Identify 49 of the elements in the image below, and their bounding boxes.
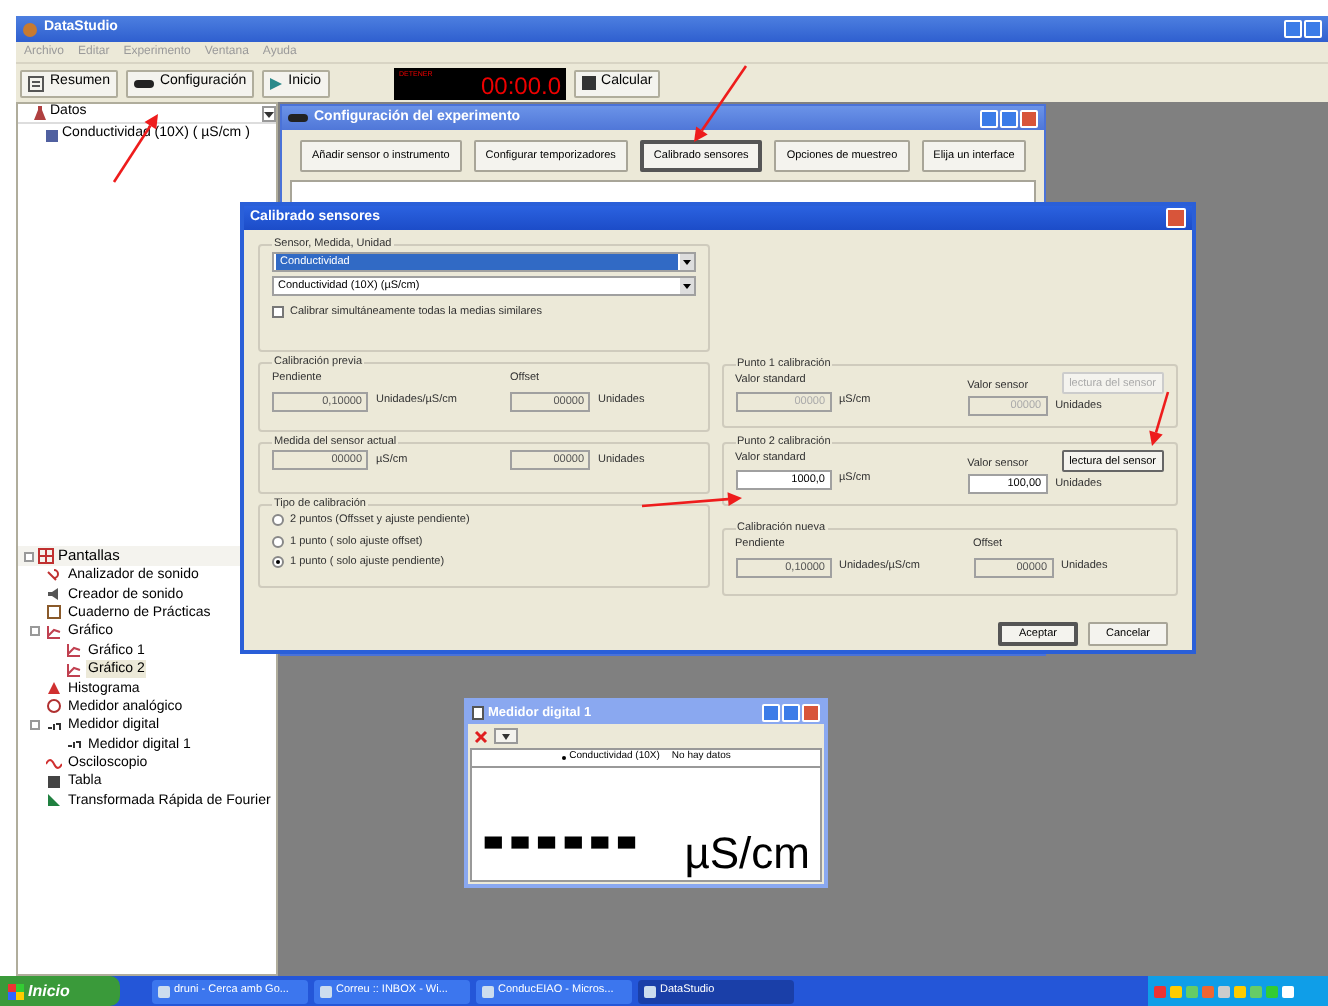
meter-value: ------: [482, 791, 642, 881]
radio-button[interactable]: [272, 555, 284, 568]
dropdown-button[interactable]: [262, 105, 276, 121]
play-icon: [270, 77, 283, 89]
document-icon: [472, 706, 484, 720]
summary-icon: [28, 75, 44, 91]
app-icon: [22, 21, 38, 37]
annotation-arrow: [694, 65, 748, 142]
start-button[interactable]: Inicio: [0, 976, 120, 1006]
collapse-toggle[interactable]: [30, 720, 40, 731]
close-button[interactable]: [802, 704, 820, 722]
wave-icon: [46, 755, 62, 772]
meter-unit: µS/cm: [684, 830, 810, 878]
digital-icon: [46, 717, 62, 734]
caret-icon: [679, 278, 693, 295]
window-icon: [482, 985, 494, 997]
timer-value: 00:00.0: [480, 71, 562, 99]
caret-icon: [502, 733, 510, 739]
radio-button[interactable]: [272, 535, 284, 548]
delete-icon[interactable]: [474, 729, 488, 743]
digital-icon: [66, 736, 82, 753]
minimize-button[interactable]: [1284, 20, 1302, 38]
checkbox[interactable]: [272, 306, 284, 319]
windows-logo-icon: [8, 983, 24, 999]
collapse-toggle[interactable]: [30, 626, 40, 637]
histogram-icon: [46, 680, 62, 697]
display-type-button[interactable]: [494, 728, 518, 744]
collapse-toggle[interactable]: [24, 551, 34, 561]
maximize-button[interactable]: [1304, 20, 1322, 38]
caret-icon: [679, 254, 693, 271]
minimize-button[interactable]: [980, 109, 998, 127]
screen-icon: [38, 548, 54, 564]
speaker-icon: [46, 586, 62, 603]
maximize-button[interactable]: [1000, 109, 1018, 127]
close-button[interactable]: [1166, 208, 1186, 228]
minimize-button[interactable]: [762, 704, 780, 722]
annotation-arrow: [641, 492, 742, 508]
window-icon: [644, 985, 656, 997]
caret-icon: [264, 107, 274, 119]
radio-button[interactable]: [272, 514, 284, 527]
window-icon: [158, 985, 170, 997]
fft-icon: [46, 792, 62, 809]
flask-icon: [34, 106, 46, 120]
window-icon: [320, 985, 332, 997]
gauge-icon: [46, 698, 62, 715]
maximize-button[interactable]: [782, 704, 800, 722]
close-button[interactable]: [1020, 109, 1038, 127]
annotation-arrow: [1149, 391, 1170, 446]
graph-icon: [46, 623, 62, 640]
